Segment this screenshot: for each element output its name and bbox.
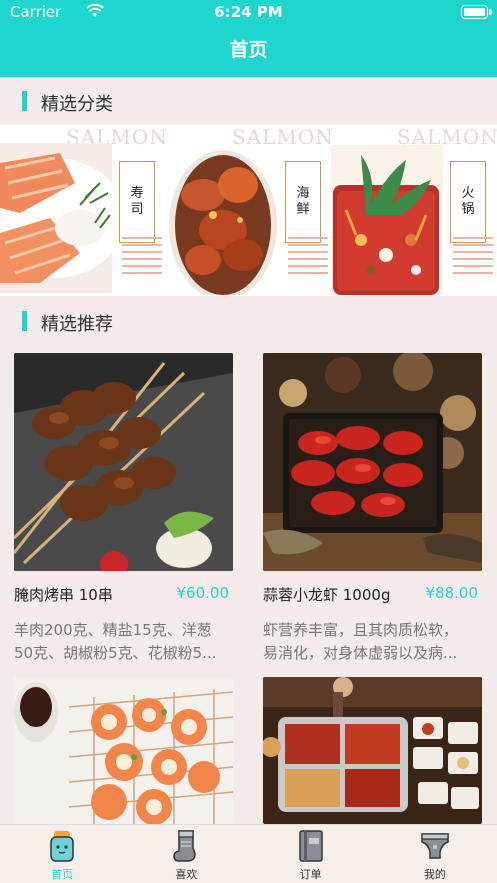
grilled-skewers-image (14, 353, 233, 571)
tab-favorites[interactable]: 喜欢 (124, 825, 248, 883)
product-description-line: 易消化，对身体虚弱以及病... (263, 644, 458, 662)
sushi-salmon-image (0, 143, 112, 293)
product-price: ¥88.00 (425, 584, 479, 602)
category-label: 海 鲜 (285, 161, 321, 243)
crayfish-image (263, 353, 482, 571)
salmon-rolls-image (14, 677, 233, 824)
category-label-bottom: 司 (130, 202, 144, 217)
product-name: 蒜蓉小龙虾 1000g (263, 586, 391, 604)
category-label-top: 火 (461, 186, 475, 201)
category-banner[interactable]: SALMON 寿 司 SALMON 海 鲜 SALMON 火 锅 (0, 125, 497, 296)
product-description: 虾营养丰富，且其肉质松软， 易消化，对身体虚弱以及病... (263, 619, 482, 665)
category-label-bottom: 鲜 (296, 202, 310, 217)
nav-bar: 首页 (0, 24, 497, 77)
decorative-text-lines (453, 237, 493, 279)
status-time: 6:24 PM (214, 3, 283, 21)
section-title: 精选分类 (41, 94, 113, 115)
status-bar: Carrier 6:24 PM (0, 0, 497, 24)
diaper-icon (421, 833, 449, 859)
product-name: 腌肉烤串 10串 (14, 586, 113, 604)
category-card-sushi[interactable]: SALMON 寿 司 (0, 125, 167, 296)
tab-label: 喜欢 (175, 868, 198, 881)
page-title: 首页 (229, 39, 268, 61)
product-card[interactable]: 腌肉烤串 10串 ¥60.00 羊肉200克、精盐15克、洋葱 50克、胡椒粉5… (14, 353, 233, 663)
tab-home[interactable]: 首页 (0, 825, 124, 883)
section-accent-bar (22, 311, 27, 331)
seafood-crab-image (169, 150, 277, 295)
battery-icon (461, 5, 492, 19)
product-description-line: 50克、胡椒粉5克、花椒粉5... (14, 644, 217, 662)
category-label-top: 寿 (130, 186, 144, 201)
tab-label: 我的 (423, 868, 446, 881)
category-label: 寿 司 (119, 161, 155, 243)
product-card[interactable]: 蒜蓉小龙虾 1000g ¥88.00 虾营养丰富，且其肉质松软， 易消化，对身体… (263, 353, 482, 663)
product-card[interactable] (263, 677, 482, 824)
category-label: 火 锅 (450, 161, 486, 243)
book-icon (298, 830, 323, 862)
tab-label: 首页 (51, 868, 74, 881)
tab-orders[interactable]: 订单 (249, 825, 373, 883)
tab-bar: 首页 喜欢 订单 我的 (0, 824, 497, 883)
hotpot-table-image (263, 677, 482, 824)
product-description-line: 羊肉200克、精盐15克、洋葱 (14, 621, 212, 639)
section-title: 精选推荐 (41, 314, 113, 335)
sock-icon (173, 830, 197, 862)
category-label-top: 海 (296, 186, 310, 201)
product-price: ¥60.00 (176, 584, 230, 602)
home-icon (50, 831, 74, 862)
decorative-text-lines (288, 237, 328, 279)
section-accent-bar (22, 91, 27, 111)
category-card-seafood[interactable]: SALMON 海 鲜 (166, 125, 333, 296)
decorative-text-lines (122, 237, 162, 279)
category-label-bottom: 锅 (461, 202, 475, 217)
tab-profile[interactable]: 我的 (373, 825, 497, 883)
category-card-hotpot[interactable]: SALMON 火 锅 (331, 125, 497, 296)
product-description-line: 虾营养丰富，且其肉质松软， (263, 621, 459, 639)
tab-label: 订单 (299, 868, 322, 881)
product-description: 羊肉200克、精盐15克、洋葱 50克、胡椒粉5克、花椒粉5... (14, 619, 233, 665)
product-card[interactable] (14, 677, 233, 824)
hotpot-image (331, 145, 443, 295)
